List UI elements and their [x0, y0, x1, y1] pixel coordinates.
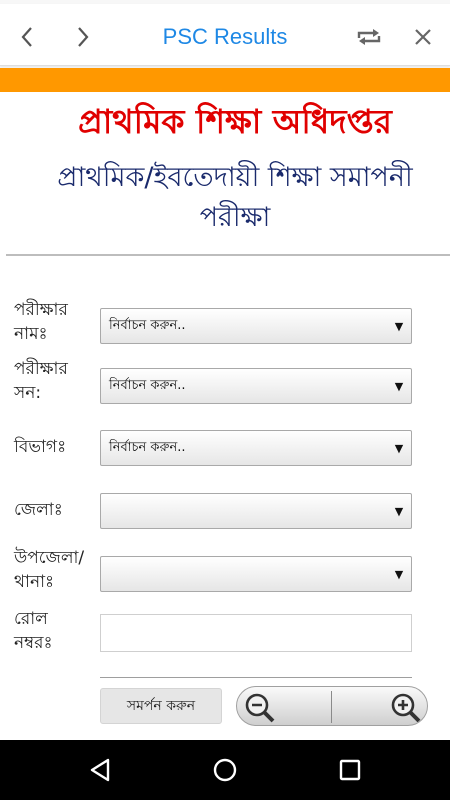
roll-number-label: রোল নম্বরঃ [14, 609, 53, 653]
page-title: PSC Results [162, 24, 288, 49]
home-circle-icon[interactable] [211, 756, 239, 784]
exam-name-select[interactable]: নির্বাচন করুন.. ▼ [100, 308, 412, 344]
exam-name-label: পরীক্ষার নামঃ [14, 300, 68, 344]
exam-year-select-value: নির্বাচন করুন.. [109, 377, 186, 393]
exam-year-label: পরীক্ষার সন: [14, 359, 68, 403]
district-select[interactable]: ▼ [100, 493, 412, 529]
organization-heading: প্রাথমিক শিক্ষা অধিদপ্তর [78, 102, 392, 141]
refresh-icon[interactable] [354, 22, 384, 52]
chevron-down-icon: ▼ [394, 567, 404, 581]
zoom-control [236, 686, 428, 726]
upazila-select[interactable]: ▼ [100, 556, 412, 592]
accent-bar [0, 68, 450, 92]
divider [6, 254, 450, 256]
division-label: বিভাগঃ [14, 437, 67, 457]
roll-number-input[interactable] [100, 614, 412, 652]
division-select-value: নির্বাচন করুন.. [109, 439, 186, 455]
forward-icon[interactable] [68, 22, 98, 52]
zoom-out-icon[interactable] [243, 691, 277, 725]
close-icon[interactable] [408, 22, 438, 52]
back-triangle-icon[interactable] [86, 756, 114, 784]
exam-year-select[interactable]: নির্বাচন করুন.. ▼ [100, 368, 412, 404]
exam-name-select-value: নির্বাচন করুন.. [109, 317, 186, 333]
submit-button[interactable]: সমর্পন করুন [100, 688, 222, 724]
app-bar: PSC Results [0, 0, 450, 68]
chevron-down-icon: ▼ [394, 319, 404, 333]
chevron-down-icon: ▼ [394, 504, 404, 518]
exam-title-heading: প্রাথমিক/ইবতেদায়ী শিক্ষা সমাপনী পরীক্ষা [57, 162, 413, 233]
system-nav-bar [0, 740, 450, 800]
zoom-in-icon[interactable] [389, 691, 423, 725]
chevron-down-icon: ▼ [394, 441, 404, 455]
division-select[interactable]: নির্বাচন করুন.. ▼ [100, 430, 412, 466]
back-icon[interactable] [12, 22, 42, 52]
app-bar-panel: PSC Results [0, 4, 450, 66]
district-label: জেলাঃ [14, 500, 63, 520]
recents-square-icon[interactable] [336, 756, 364, 784]
upazila-label: উপজেলা/ থানাঃ [14, 548, 85, 592]
chevron-down-icon: ▼ [394, 379, 404, 393]
divider [100, 677, 412, 678]
zoom-separator [331, 691, 332, 723]
